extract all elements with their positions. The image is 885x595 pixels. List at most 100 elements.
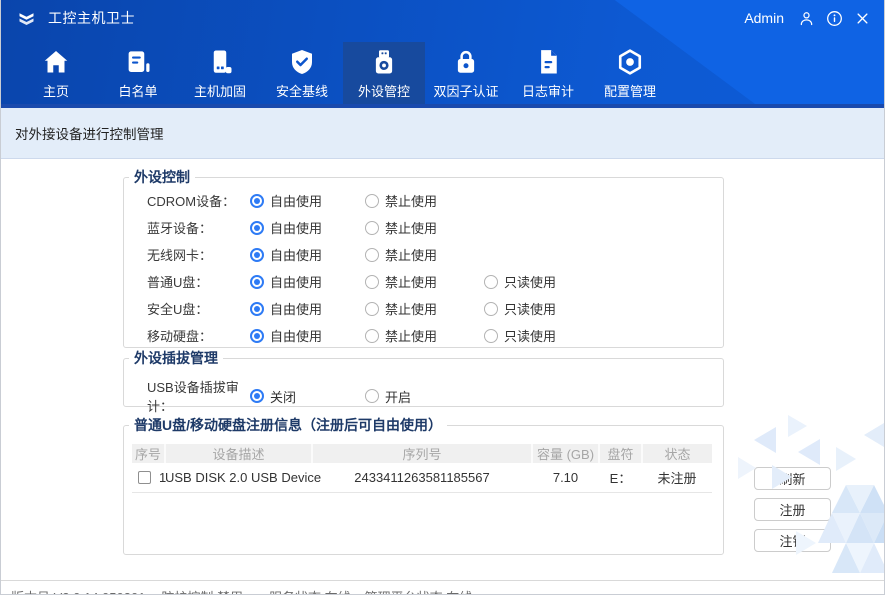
col-header-drive: 盘符: [599, 444, 642, 463]
radio-option-on[interactable]: 开启: [365, 387, 484, 406]
col-header-description: 设备描述: [165, 444, 312, 463]
radio-label: 自由使用: [270, 326, 322, 345]
registration-group: 普通U盘/移动硬盘注册信息（注册后可自由使用） 序号 设备描述 序列号 容量 (…: [123, 425, 724, 555]
device-description: USB DISK 2.0 USB Device: [165, 463, 312, 492]
plug-management-group: 外设插拔管理 USB设备插拔审计： 关闭 开启: [123, 358, 724, 407]
radio-option-free[interactable]: 自由使用: [250, 299, 365, 318]
radio-option-forbid[interactable]: 禁止使用: [365, 218, 484, 237]
radio-label: 禁止使用: [385, 218, 437, 237]
unregister-button[interactable]: 注销: [754, 529, 831, 552]
lock-icon: [451, 47, 481, 77]
host-hardening-icon: [205, 47, 235, 77]
platform-status: 管理平台状态:在线: [365, 587, 473, 595]
page-description: 对外接设备进行控制管理: [15, 123, 164, 143]
info-icon[interactable]: [825, 9, 844, 28]
tab-host-hardening[interactable]: 主机加固: [179, 42, 261, 104]
radio-button[interactable]: [365, 302, 379, 316]
tab-label: 外设管控: [358, 81, 410, 100]
radio-button[interactable]: [365, 329, 379, 343]
radio-option-forbid[interactable]: 禁止使用: [365, 299, 484, 318]
radio-label: 禁止使用: [385, 299, 437, 318]
version-label: 版本号:V2.0.14.050301: [11, 587, 145, 595]
current-user-label[interactable]: Admin: [744, 10, 784, 26]
tab-config-management[interactable]: 配置管理: [589, 42, 671, 104]
register-button[interactable]: 注册: [754, 498, 831, 521]
status-bar: 版本号:V2.0.14.050301 防护控制:禁用 服务状态:在线 管理平台状…: [1, 580, 884, 595]
radio-button[interactable]: [365, 389, 379, 403]
radio-button[interactable]: [250, 329, 264, 343]
radio-option-free[interactable]: 自由使用: [250, 191, 365, 210]
radio-button[interactable]: [250, 221, 264, 235]
radio-button[interactable]: [484, 275, 498, 289]
refresh-button[interactable]: 刷新: [754, 467, 831, 490]
tab-label: 白名单: [118, 81, 157, 100]
user-icon[interactable]: [797, 9, 816, 28]
device-control-row: 安全U盘： 自由使用 禁止使用 只读使用: [124, 295, 723, 322]
main-content: 外设控制 CDROM设备： 自由使用 禁止使用 蓝牙设备： 自由使用 禁止使用 …: [1, 177, 884, 580]
tab-security-baseline[interactable]: 安全基线: [261, 42, 343, 104]
radio-button[interactable]: [365, 194, 379, 208]
radio-button[interactable]: [250, 275, 264, 289]
radio-option-off[interactable]: 关闭: [250, 387, 365, 406]
col-header-index: 序号: [132, 444, 165, 463]
device-control-row: 普通U盘： 自由使用 禁止使用 只读使用: [124, 268, 723, 295]
device-capacity: 7.10: [532, 463, 599, 492]
radio-button[interactable]: [250, 302, 264, 316]
main-navigation: 主页 白名单 主机加固: [1, 36, 884, 104]
peripheral-control-group: 外设控制 CDROM设备： 自由使用 禁止使用 蓝牙设备： 自由使用 禁止使用 …: [123, 177, 724, 348]
device-label: 普通U盘：: [147, 272, 250, 291]
tab-label: 主页: [43, 81, 69, 100]
radio-button[interactable]: [365, 275, 379, 289]
page-description-bar: 对外接设备进行控制管理: [1, 108, 884, 159]
radio-option-readonly[interactable]: 只读使用: [484, 272, 723, 291]
shield-check-icon: [287, 47, 317, 77]
radio-button[interactable]: [484, 302, 498, 316]
table-row[interactable]: 1 USB DISK 2.0 USB Device 24334112635811…: [132, 463, 712, 492]
home-icon: [41, 47, 71, 77]
tab-home[interactable]: 主页: [15, 42, 97, 104]
tab-peripheral-control[interactable]: 外设管控: [343, 42, 425, 104]
radio-option-forbid[interactable]: 禁止使用: [365, 272, 484, 291]
radio-button[interactable]: [365, 248, 379, 262]
radio-label: 禁止使用: [385, 326, 437, 345]
radio-option-forbid[interactable]: 禁止使用: [365, 191, 484, 210]
protection-status: 防护控制:禁用: [161, 587, 243, 595]
radio-button[interactable]: [250, 194, 264, 208]
tab-two-factor[interactable]: 双因子认证: [425, 42, 507, 104]
row-checkbox[interactable]: [138, 471, 151, 484]
close-icon[interactable]: [853, 9, 872, 28]
col-header-capacity: 容量 (GB): [532, 444, 599, 463]
usb-drive-icon: [369, 47, 399, 77]
radio-option-free[interactable]: 自由使用: [250, 272, 365, 291]
device-control-row: 无线网卡： 自由使用 禁止使用: [124, 241, 723, 268]
radio-button[interactable]: [250, 248, 264, 262]
app-window: 工控主机卫士 Admin: [0, 0, 885, 595]
radio-option-free[interactable]: 自由使用: [250, 326, 365, 345]
app-title: 工控主机卫士: [48, 8, 135, 28]
group-legend: 普通U盘/移动硬盘注册信息（注册后可自由使用）: [129, 417, 447, 434]
radio-label: 只读使用: [504, 299, 556, 318]
radio-label: 开启: [385, 387, 411, 406]
radio-button[interactable]: [484, 329, 498, 343]
radio-label: 自由使用: [270, 191, 322, 210]
device-control-row: CDROM设备： 自由使用 禁止使用: [124, 187, 723, 214]
radio-button[interactable]: [365, 221, 379, 235]
radio-label: 禁止使用: [385, 191, 437, 210]
usb-registration-table: 序号 设备描述 序列号 容量 (GB) 盘符 状态 1 USB DISK 2.0…: [132, 444, 712, 493]
table-header-row: 序号 设备描述 序列号 容量 (GB) 盘符 状态: [132, 444, 712, 463]
radio-option-free[interactable]: 自由使用: [250, 245, 365, 264]
device-status: 未注册: [642, 463, 712, 492]
radio-option-readonly[interactable]: 只读使用: [484, 299, 723, 318]
radio-option-forbid[interactable]: 禁止使用: [365, 326, 484, 345]
radio-label: 关闭: [270, 387, 296, 406]
radio-button[interactable]: [250, 389, 264, 403]
radio-option-readonly[interactable]: 只读使用: [484, 326, 723, 345]
radio-option-forbid[interactable]: 禁止使用: [365, 245, 484, 264]
group-legend: 外设控制: [129, 169, 195, 186]
tab-log-audit[interactable]: 日志审计: [507, 42, 589, 104]
device-label: 蓝牙设备：: [147, 218, 250, 237]
radio-option-free[interactable]: 自由使用: [250, 218, 365, 237]
tab-whitelist[interactable]: 白名单: [97, 42, 179, 104]
device-drive-letter: E：: [599, 463, 642, 492]
radio-label: 自由使用: [270, 299, 322, 318]
